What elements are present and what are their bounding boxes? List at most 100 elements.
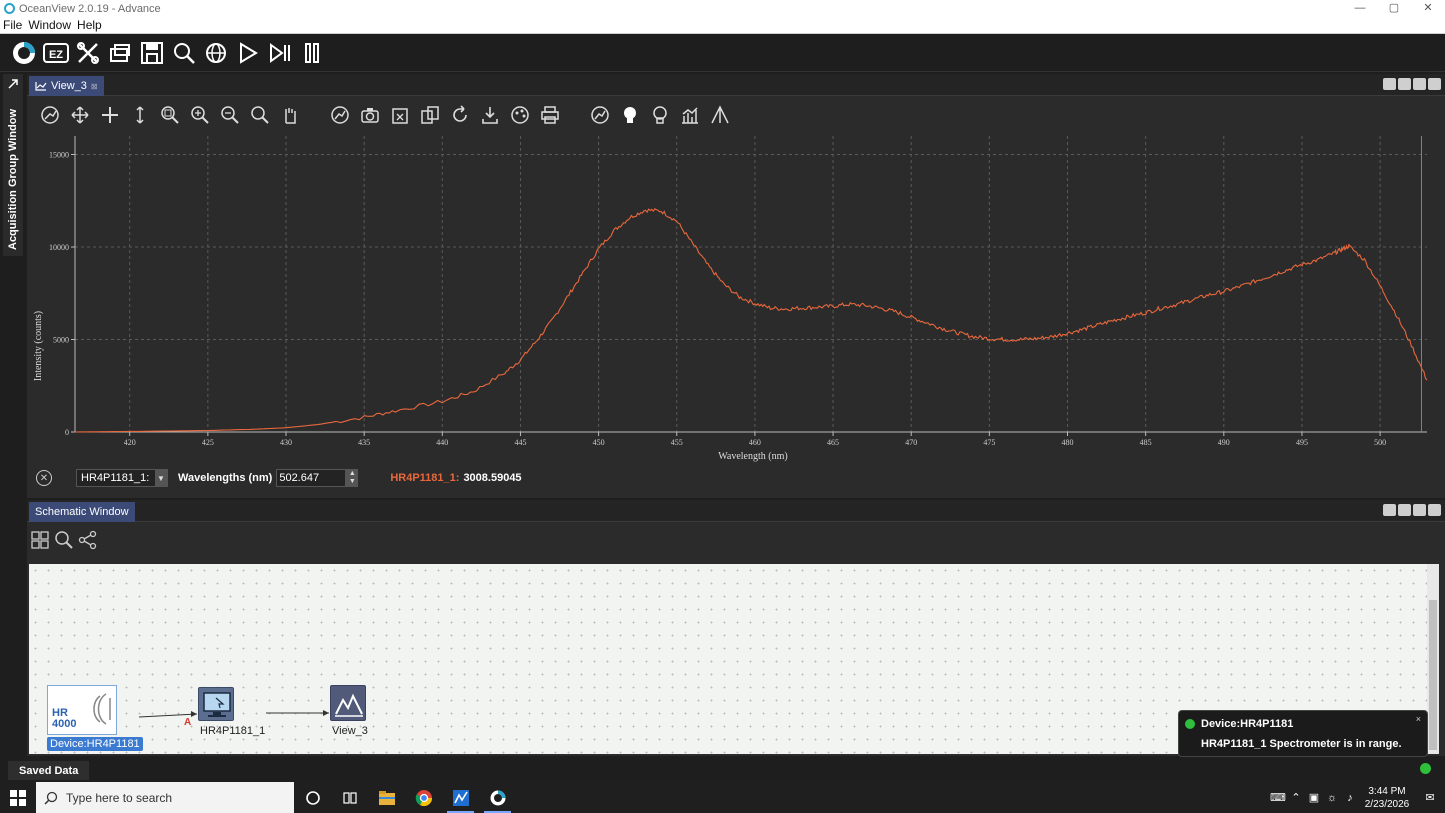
saved-data-tab[interactable]: Saved Data [8,761,90,780]
keyboard-icon[interactable]: ⌨ [1269,791,1287,804]
dropdown-icon[interactable] [1413,78,1426,90]
oceanview-home-icon[interactable] [8,37,40,69]
tab-view-3[interactable]: View_3 ⊠ [29,76,104,96]
schematic-panel-controls [1383,504,1441,516]
chart-view-icon [335,693,363,717]
series-select[interactable]: HR4P1181_1: ▼ [76,469,168,487]
schematic-scrollbar[interactable] [1427,564,1439,754]
spectrometer-label: HR4P1181_1 [200,725,266,737]
pause-icon[interactable] [296,37,328,69]
graph-options-icon[interactable] [325,102,355,128]
load-project-icon[interactable] [104,37,136,69]
autoscale-icon[interactable] [35,102,65,128]
chart-tab-icon [35,82,47,91]
spectrometer-globe-icon[interactable] [200,37,232,69]
export-icon[interactable] [475,102,505,128]
vertical-scale-icon[interactable] [125,102,155,128]
chevron-down-icon[interactable]: ▼ [155,470,167,486]
color-palette-icon[interactable] [505,102,535,128]
y-tick-labels: 0 5000 10000 15000 [49,151,69,438]
chevron-up-icon[interactable]: ⌃ [1287,791,1305,804]
notification-toast[interactable]: Device:HR4P1181 HR4P1181_1 Spectrometer … [1178,710,1428,757]
refresh-icon[interactable] [445,102,475,128]
restore-icon[interactable] [8,79,18,89]
save-icon[interactable] [136,37,168,69]
peak-finder-icon[interactable] [705,102,735,128]
notifications-icon[interactable]: ✉ [1415,791,1445,804]
zoom-out-icon[interactable] [215,102,245,128]
spin-down-icon[interactable]: ▼ [349,478,356,486]
menu-window[interactable]: Window [25,18,74,32]
minimize-icon[interactable]: — [1343,0,1377,17]
task-view-icon[interactable] [331,782,368,813]
share-nodes-icon[interactable] [77,529,99,551]
windows-start-icon[interactable] [0,782,36,813]
menu-help[interactable]: Help [74,18,105,32]
x-tick-label: 465 [827,438,839,447]
spectra-app-icon[interactable] [442,782,479,813]
acquisition-group-label: Acquisition Group Window [7,108,19,250]
search-icon[interactable] [53,529,75,551]
x-tick-label: 445 [514,438,526,447]
spin-up-icon[interactable]: ▲ [349,470,356,478]
tools-icon[interactable] [72,37,104,69]
camera-icon[interactable] [355,102,385,128]
graph-settings-icon[interactable] [585,102,615,128]
chart-grid [75,136,1427,432]
crosshair-icon[interactable] [95,102,125,128]
pan-icon[interactable] [65,102,95,128]
maximize-panel-icon[interactable] [1428,78,1441,90]
taskbar-search-input[interactable]: Type here to search [36,782,294,813]
zoom-region-icon[interactable] [155,102,185,128]
view-node[interactable] [330,685,366,721]
delete-overlay-icon[interactable] [385,102,415,128]
chrome-icon[interactable] [405,782,442,813]
tab-schematic-window[interactable]: Schematic Window [29,502,135,522]
series-select-value: HR4P1181_1: [81,472,150,484]
graph-toolbar [27,100,1445,130]
system-clock[interactable]: 3:44 PM 2/23/2026 [1359,785,1415,811]
wavelength-spinner[interactable]: ▲ ▼ [346,469,359,487]
oceanview-taskbar-icon[interactable] [479,782,516,813]
menu-file[interactable]: File [0,18,25,32]
scroll-right-icon[interactable] [1398,504,1411,516]
scroll-left-icon[interactable] [1383,78,1396,90]
notification-close-icon[interactable]: × [1416,714,1421,724]
overlay-icon[interactable] [415,102,445,128]
grid-layout-icon[interactable] [29,529,51,551]
tab-label: View_3 [51,80,87,92]
network-globe-icon[interactable]: ☼ [1323,792,1341,804]
spectrometer-node[interactable] [198,687,234,721]
maximize-panel-icon[interactable] [1428,504,1441,516]
cortana-icon[interactable] [294,782,331,813]
ez-mode-icon[interactable]: EZ [40,37,72,69]
view-panel-controls [1383,78,1441,90]
wavelength-input[interactable]: 502.647 [276,469,347,487]
close-icon[interactable]: ✕ [1411,0,1445,17]
scrollbar-thumb[interactable] [1429,600,1437,750]
light-bulb-off-icon[interactable] [645,102,675,128]
y-tick-label: 0 [65,428,69,437]
scroll-right-icon[interactable] [1398,78,1411,90]
volume-icon[interactable]: ♪ [1341,792,1359,804]
play-icon[interactable] [232,37,264,69]
light-bulb-on-icon[interactable] [615,102,645,128]
tab-close-icon[interactable]: ⊠ [91,82,98,91]
maximize-icon[interactable]: ▢ [1377,0,1411,17]
y-tick-label: 5000 [53,336,69,345]
file-explorer-icon[interactable] [368,782,405,813]
zoom-reset-icon[interactable] [245,102,275,128]
step-icon[interactable] [264,37,296,69]
zoom-in-icon[interactable] [185,102,215,128]
dropdown-icon[interactable] [1413,504,1426,516]
statistics-icon[interactable] [675,102,705,128]
acquisition-group-sidebar[interactable]: Acquisition Group Window [3,74,23,256]
print-icon[interactable] [535,102,565,128]
hand-icon[interactable] [275,102,305,128]
search-icon[interactable] [168,37,200,69]
display-icon[interactable]: ▣ [1305,791,1323,804]
x-tick-label: 430 [280,438,292,447]
scroll-left-icon[interactable] [1383,504,1396,516]
cursor-remove-icon[interactable]: ✕ [36,470,52,486]
notification-title: Device:HR4P1181 [1201,718,1294,730]
